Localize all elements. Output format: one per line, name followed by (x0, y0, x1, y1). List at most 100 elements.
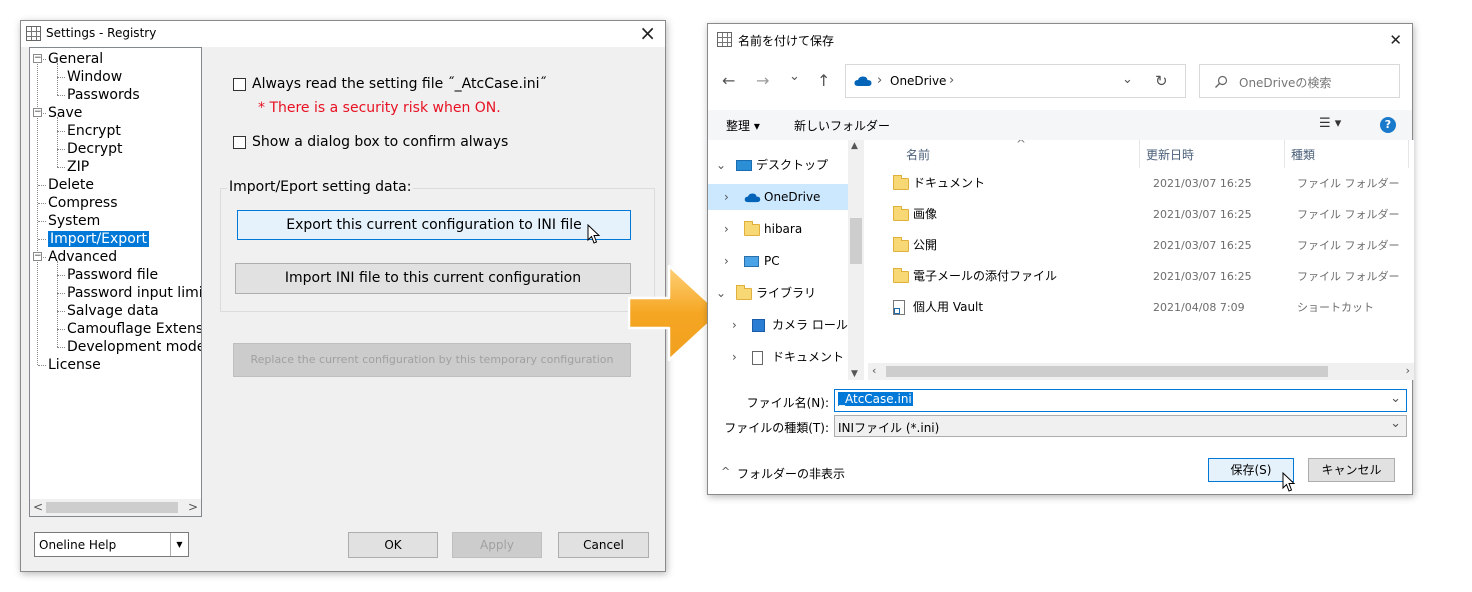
address-dropdown-icon[interactable]: ⌄ (1122, 72, 1133, 87)
expand-chevron-icon[interactable]: › (732, 312, 737, 338)
export-ini-button[interactable]: Export this current configuration to INI… (237, 210, 631, 240)
chevron-down-icon[interactable]: ▼ (170, 533, 188, 556)
tree-item[interactable]: Password input limit (67, 284, 201, 302)
tree-item[interactable]: Camouflage Extension (67, 320, 201, 338)
up-arrow-icon[interactable]: ↑ (817, 71, 830, 90)
tree-item[interactable]: Passwords (67, 86, 140, 104)
collapse-icon[interactable]: − (33, 54, 42, 63)
import-ini-button[interactable]: Import INI file to this current configur… (235, 263, 631, 294)
tree-item-label: Password file (67, 267, 159, 283)
always-read-checkbox[interactable] (233, 78, 246, 91)
close-icon[interactable]: × (639, 23, 656, 43)
column-type[interactable]: 種類 (1291, 146, 1315, 163)
refresh-icon[interactable]: ↻ (1155, 72, 1168, 90)
scroll-up-icon[interactable]: ▲ (851, 141, 858, 151)
filetype-value: INIファイル (*.ini) (838, 421, 940, 435)
filename-value[interactable]: _AtcCase.ini (838, 392, 913, 406)
cancel-button[interactable]: Cancel (558, 532, 649, 558)
hide-folders-link[interactable]: フォルダーの非表示 (737, 465, 845, 482)
nav-item[interactable]: › PC (708, 248, 848, 274)
scroll-down-icon[interactable]: ▼ (851, 369, 858, 379)
desktop-icon (736, 160, 752, 171)
nav-item-label: ライブラリ (756, 286, 817, 300)
file-row[interactable]: ドキュメント 2021/03/07 16:25 ファイル フォルダー (868, 168, 1414, 199)
file-date: 2021/03/07 16:25 (1153, 239, 1252, 252)
help-icon[interactable]: ? (1380, 117, 1396, 133)
file-row[interactable]: 画像 2021/03/07 16:25 ファイル フォルダー (868, 199, 1414, 230)
tree-item-label: Delete (48, 177, 94, 193)
filetype-select[interactable]: INIファイル (*.ini) ⌄ (834, 415, 1407, 437)
chevron-down-icon[interactable]: ⌄ (1390, 416, 1401, 431)
tree-item[interactable]: Save (48, 104, 82, 122)
tree-item[interactable]: Decrypt (67, 140, 123, 158)
column-date[interactable]: 更新日時 (1146, 146, 1194, 163)
back-arrow-icon[interactable]: ← (722, 71, 735, 90)
chevron-down-icon[interactable]: ⌄ (1390, 391, 1401, 406)
collapse-icon[interactable]: − (33, 252, 42, 261)
expand-chevron-icon[interactable]: › (724, 184, 729, 210)
nav-vertical-scrollbar[interactable]: ▲ ▼ (848, 140, 864, 380)
tree-item[interactable]: Window (67, 68, 122, 86)
new-folder-button[interactable]: 新しいフォルダー (794, 117, 890, 134)
nav-item[interactable]: › hibara (708, 216, 848, 242)
hide-folders-chevron-icon[interactable]: ^ (721, 465, 730, 478)
ok-button[interactable]: OK (348, 532, 438, 558)
tree-item[interactable]: Development mode (67, 338, 201, 356)
tree-horizontal-scrollbar[interactable]: < > (30, 499, 201, 516)
scroll-thumb[interactable] (46, 502, 178, 513)
tree-item-label: License (48, 357, 101, 373)
tree-item[interactable]: Salvage data (67, 302, 159, 320)
scroll-right-icon[interactable]: › (1406, 364, 1410, 377)
recent-locations-chevron-icon[interactable]: ⌄ (789, 69, 800, 84)
tree-item[interactable]: Compress (48, 194, 118, 212)
tree-item[interactable]: System (48, 212, 100, 230)
expand-chevron-icon[interactable]: ⌄ (716, 152, 726, 178)
nav-item[interactable]: › カメラ ロール (708, 312, 848, 338)
expand-chevron-icon[interactable]: ⌄ (716, 280, 726, 306)
tree-item[interactable]: Encrypt (67, 122, 121, 140)
tree-item[interactable]: Import/Export (48, 230, 150, 248)
file-row[interactable]: 電子メールの添付ファイル 2021/03/07 16:25 ファイル フォルダー (868, 261, 1414, 292)
column-name[interactable]: 名前 (906, 146, 930, 163)
address-bar[interactable]: › OneDrive › ⌄ ↻ (845, 64, 1186, 98)
collapse-icon[interactable]: − (33, 108, 42, 117)
organize-menu[interactable]: 整理 ▾ (726, 117, 760, 134)
scroll-left-icon[interactable]: < (30, 499, 46, 516)
tree-item[interactable]: License (48, 356, 101, 374)
scroll-left-icon[interactable]: ‹ (872, 364, 876, 377)
apply-button[interactable]: Apply (452, 532, 542, 558)
tree-item[interactable]: Delete (48, 176, 94, 194)
view-options-icon[interactable]: ☰ ▾ (1319, 116, 1341, 131)
file-row[interactable]: 個人用 Vault 2021/04/08 7:09 ショートカット (868, 292, 1414, 323)
file-row[interactable]: 公開 2021/03/07 16:25 ファイル フォルダー (868, 230, 1414, 261)
expand-chevron-icon[interactable]: › (732, 344, 737, 370)
tree-item[interactable]: Password file (67, 266, 158, 284)
tree-item[interactable]: ZIP (67, 158, 89, 176)
replace-config-button[interactable]: Replace the current configuration by thi… (233, 343, 631, 377)
address-separator-end[interactable]: › (949, 73, 954, 88)
nav-item[interactable]: ⌄ デスクトップ (708, 152, 848, 178)
nav-item[interactable]: ⌄ ライブラリ (708, 280, 848, 306)
nav-item-label: デスクトップ (756, 158, 829, 172)
file-list-horizontal-scrollbar[interactable]: ‹ › (868, 363, 1414, 380)
close-icon[interactable]: ✕ (1389, 30, 1402, 50)
file-list-scroll-thumb[interactable] (886, 366, 1328, 377)
tree-item[interactable]: Advanced (48, 248, 117, 266)
confirm-dialog-checkbox[interactable] (233, 136, 246, 149)
nav-scroll-thumb[interactable] (850, 218, 862, 264)
file-list: ^ 名前 更新日時 種類 ドキュメント 2021/03/07 16:25 ファイル … (868, 140, 1414, 380)
address-onedrive[interactable]: OneDrive (890, 74, 946, 88)
help-combo[interactable]: Oneline Help ▼ (34, 532, 189, 557)
nav-item[interactable]: › ドキュメント (708, 344, 848, 370)
scroll-right-icon[interactable]: > (185, 499, 201, 516)
cancel-button[interactable]: キャンセル (1308, 458, 1395, 482)
document-icon (752, 350, 763, 365)
filename-input[interactable]: _AtcCase.ini ⌄ (834, 389, 1407, 412)
file-date: 2021/04/08 7:09 (1153, 301, 1245, 314)
search-box[interactable]: OneDriveの検索 (1199, 64, 1400, 98)
tree-item-label: Passwords (67, 87, 140, 103)
expand-chevron-icon[interactable]: › (724, 216, 729, 242)
nav-item[interactable]: › OneDrive (708, 184, 848, 210)
forward-arrow-icon[interactable]: → (756, 71, 769, 90)
expand-chevron-icon[interactable]: › (724, 248, 729, 274)
